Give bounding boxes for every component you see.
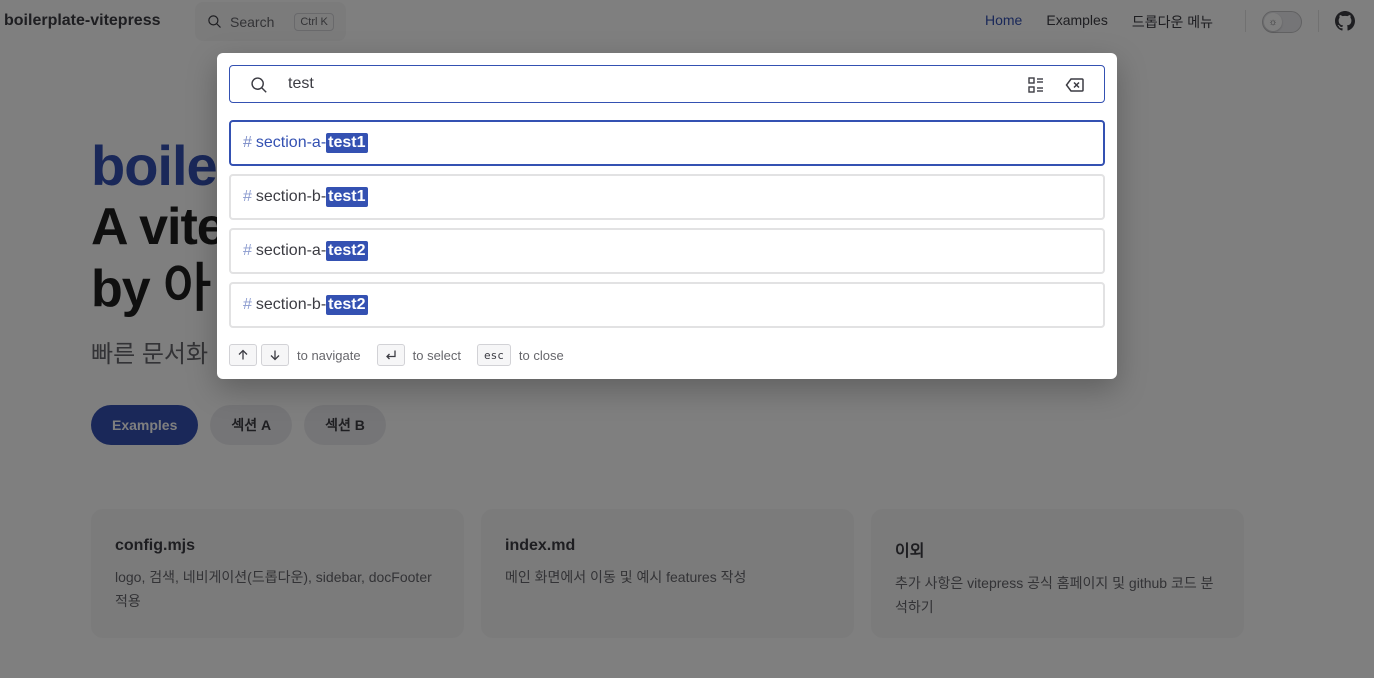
search-result-item[interactable]: # section-a-test2 — [229, 228, 1105, 274]
toggle-detailed-list-button[interactable] — [1025, 74, 1047, 96]
result-match: test2 — [326, 241, 368, 261]
select-hint: to select — [376, 344, 462, 366]
search-result-item[interactable]: # section-a-test1 — [229, 120, 1105, 166]
result-prefix: section-b- — [255, 188, 327, 205]
result-hash: # — [243, 188, 252, 205]
result-hash: # — [243, 296, 252, 313]
search-icon — [251, 77, 267, 93]
enter-key — [376, 344, 405, 366]
search-bar — [229, 65, 1105, 103]
result-prefix: section-a- — [255, 242, 327, 259]
select-label: to select — [412, 347, 462, 363]
result-prefix: section-b- — [255, 296, 327, 313]
search-result-item[interactable]: # section-b-test1 — [229, 174, 1105, 220]
result-match: test1 — [326, 187, 368, 207]
result-hash: # — [243, 134, 252, 151]
arrow-up-key — [229, 344, 257, 366]
search-modal: # section-a-test1 # section-b-test1 # se… — [217, 53, 1117, 379]
search-footer: to navigate to select esc to close — [229, 344, 580, 366]
backspace-icon — [1065, 78, 1084, 92]
clear-search-button[interactable] — [1064, 74, 1086, 96]
close-hint: esc to close — [477, 344, 564, 366]
list-detail-icon — [1028, 77, 1043, 93]
arrow-up-icon — [238, 349, 248, 360]
esc-key: esc — [477, 344, 511, 366]
close-label: to close — [518, 347, 564, 363]
navigate-hint: to navigate — [229, 344, 361, 366]
result-match: test1 — [326, 133, 368, 153]
arrow-down-key — [261, 344, 289, 366]
enter-icon — [385, 350, 396, 360]
result-match: test2 — [326, 295, 368, 315]
result-prefix: section-a- — [255, 134, 327, 151]
navigate-label: to navigate — [297, 347, 361, 363]
search-results: # section-a-test1 # section-b-test1 # se… — [229, 120, 1105, 328]
search-result-item[interactable]: # section-b-test2 — [229, 282, 1105, 328]
search-input[interactable] — [288, 73, 1008, 95]
arrow-down-icon — [270, 350, 280, 361]
result-hash: # — [243, 242, 252, 259]
